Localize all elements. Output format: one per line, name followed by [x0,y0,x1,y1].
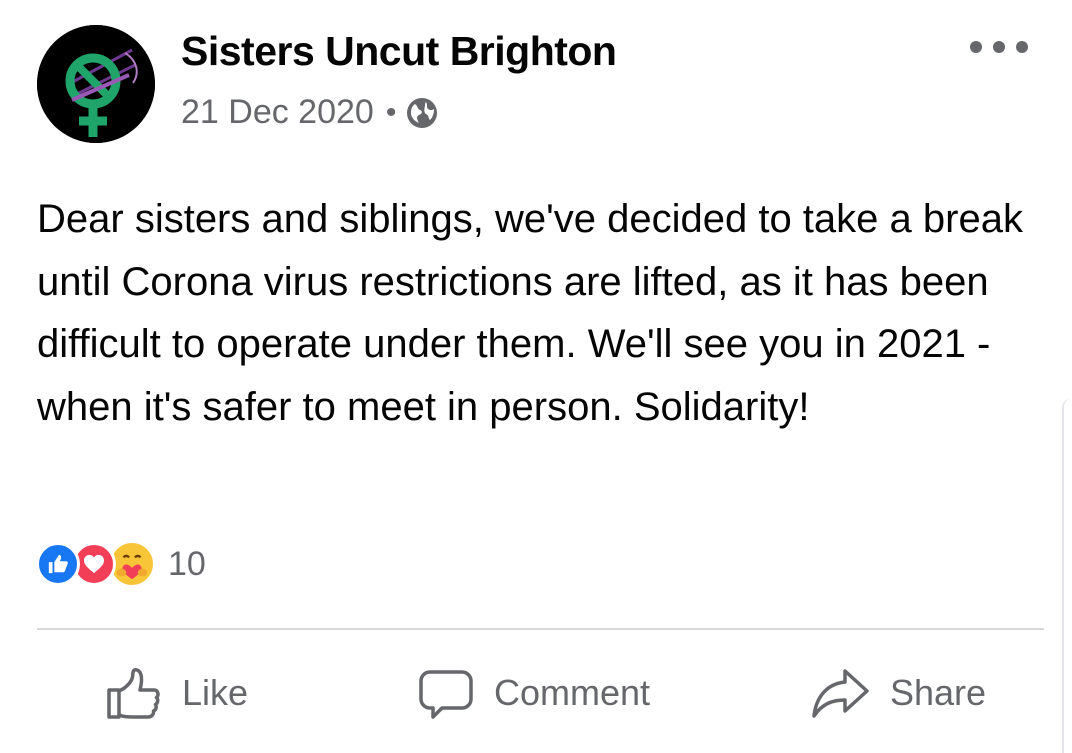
comment-button[interactable]: Comment [416,664,650,722]
post-meta: 21 Dec 2020 • [181,93,438,132]
reaction-count: 10 [168,544,206,583]
reactions-summary[interactable]: 10 [36,540,206,588]
meta-separator: • [385,95,397,129]
globe-icon [407,97,438,128]
share-arrow-icon [812,669,869,718]
divider [37,628,1044,630]
venus-symbol-logo [37,25,155,143]
facebook-post: Sisters Uncut Brighton 21 Dec 2020 • Dea… [0,0,1072,753]
thumbs-up-icon [107,668,160,719]
edge-scroll-indicator [1062,398,1072,753]
post-date[interactable]: 21 Dec 2020 [181,93,374,132]
like-reaction-icon [36,542,80,586]
speech-bubble-icon [419,670,473,719]
like-button[interactable]: Like [104,664,248,722]
more-options-icon[interactable] [970,30,1028,64]
page-name[interactable]: Sisters Uncut Brighton [181,28,617,75]
page-avatar[interactable] [37,25,155,143]
share-button[interactable]: Share [810,664,986,722]
post-body: Dear sisters and siblings, we've decided… [37,197,1023,429]
comment-label: Comment [494,672,651,713]
like-label: Like [182,672,249,713]
share-label: Share [890,672,987,713]
